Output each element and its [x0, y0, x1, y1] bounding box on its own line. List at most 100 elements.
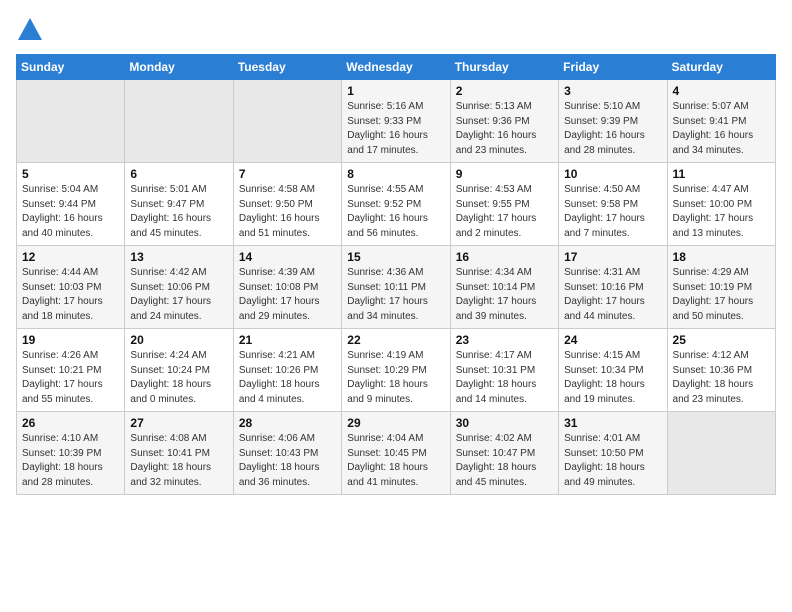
calendar-cell: 23 Sunrise: 4:17 AM Sunset: 10:31 PM Dayl…	[450, 329, 558, 412]
page-header	[16, 16, 776, 44]
day-info: Sunrise: 4:50 AM Sunset: 9:58 PM Dayligh…	[564, 183, 661, 241]
calendar-cell: 26Sunrise: 4:10 AM Sunset: 10:39 PM Dayl…	[17, 412, 125, 495]
day-info: Sunrise: 4:39 AM Sunset: 10:08 PM Daylig…	[239, 266, 336, 324]
calendar-cell	[125, 80, 233, 163]
day-number: 27	[130, 416, 227, 430]
calendar-table: SundayMondayTuesdayWednesdayThursdayFrid…	[16, 54, 776, 495]
day-number: 4	[673, 84, 770, 98]
calendar-week-4: 19 Sunrise: 4:26 AM Sunset: 10:21 PM Dayl…	[17, 329, 776, 412]
day-number: 7	[239, 167, 336, 181]
day-number: 21	[239, 333, 336, 347]
col-header-wednesday: Wednesday	[342, 55, 450, 80]
day-info: Sunrise: 4:44 AM Sunset: 10:03 PM Daylig…	[22, 266, 119, 324]
day-number: 20	[130, 333, 227, 347]
day-info: Sunrise: 4:15 AM Sunset: 10:34 PM Daylig…	[564, 349, 661, 407]
calendar-cell: 22Sunrise: 4:19 AM Sunset: 10:29 PM Dayl…	[342, 329, 450, 412]
day-number: 5	[22, 167, 119, 181]
calendar-cell: 7Sunrise: 4:58 AM Sunset: 9:50 PM Daylig…	[233, 163, 341, 246]
calendar-cell: 16 Sunrise: 4:34 AM Sunset: 10:14 PM Dayl…	[450, 246, 558, 329]
day-number: 15	[347, 250, 444, 264]
calendar-week-1: 1 Sunrise: 5:16 AM Sunset: 9:33 PM Daylig…	[17, 80, 776, 163]
day-number: 17	[564, 250, 661, 264]
day-number: 25	[673, 333, 770, 347]
calendar-cell: 4 Sunrise: 5:07 AM Sunset: 9:41 PM Daylig…	[667, 80, 775, 163]
day-number: 23	[456, 333, 553, 347]
calendar-week-3: 12 Sunrise: 4:44 AM Sunset: 10:03 PM Dayl…	[17, 246, 776, 329]
calendar-cell: 27 Sunrise: 4:08 AM Sunset: 10:41 PM Dayl…	[125, 412, 233, 495]
logo	[16, 16, 48, 44]
calendar-cell	[17, 80, 125, 163]
day-number: 29	[347, 416, 444, 430]
day-number: 12	[22, 250, 119, 264]
calendar-cell: 24 Sunrise: 4:15 AM Sunset: 10:34 PM Dayl…	[559, 329, 667, 412]
calendar-cell: 3Sunrise: 5:10 AM Sunset: 9:39 PM Daylig…	[559, 80, 667, 163]
calendar-cell: 6 Sunrise: 5:01 AM Sunset: 9:47 PM Daylig…	[125, 163, 233, 246]
calendar-cell	[667, 412, 775, 495]
day-number: 19	[22, 333, 119, 347]
day-info: Sunrise: 4:04 AM Sunset: 10:45 PM Daylig…	[347, 432, 444, 490]
calendar-cell: 28Sunrise: 4:06 AM Sunset: 10:43 PM Dayl…	[233, 412, 341, 495]
day-info: Sunrise: 4:02 AM Sunset: 10:47 PM Daylig…	[456, 432, 553, 490]
day-info: Sunrise: 4:21 AM Sunset: 10:26 PM Daylig…	[239, 349, 336, 407]
calendar-cell: 13Sunrise: 4:42 AM Sunset: 10:06 PM Dayl…	[125, 246, 233, 329]
calendar-header: SundayMondayTuesdayWednesdayThursdayFrid…	[17, 55, 776, 80]
day-number: 3	[564, 84, 661, 98]
day-number: 16	[456, 250, 553, 264]
calendar-cell: 20 Sunrise: 4:24 AM Sunset: 10:24 PM Dayl…	[125, 329, 233, 412]
calendar-cell: 9 Sunrise: 4:53 AM Sunset: 9:55 PM Daylig…	[450, 163, 558, 246]
day-number: 24	[564, 333, 661, 347]
day-info: Sunrise: 4:24 AM Sunset: 10:24 PM Daylig…	[130, 349, 227, 407]
calendar-week-2: 5 Sunrise: 5:04 AM Sunset: 9:44 PM Daylig…	[17, 163, 776, 246]
day-number: 11	[673, 167, 770, 181]
day-number: 26	[22, 416, 119, 430]
day-info: Sunrise: 4:36 AM Sunset: 10:11 PM Daylig…	[347, 266, 444, 324]
day-number: 2	[456, 84, 553, 98]
col-header-saturday: Saturday	[667, 55, 775, 80]
day-info: Sunrise: 5:01 AM Sunset: 9:47 PM Dayligh…	[130, 183, 227, 241]
calendar-cell: 19 Sunrise: 4:26 AM Sunset: 10:21 PM Dayl…	[17, 329, 125, 412]
calendar-cell: 2Sunrise: 5:13 AM Sunset: 9:36 PM Daylig…	[450, 80, 558, 163]
day-info: Sunrise: 4:26 AM Sunset: 10:21 PM Daylig…	[22, 349, 119, 407]
calendar-cell	[233, 80, 341, 163]
day-number: 28	[239, 416, 336, 430]
day-info: Sunrise: 4:08 AM Sunset: 10:41 PM Daylig…	[130, 432, 227, 490]
calendar-cell: 21 Sunrise: 4:21 AM Sunset: 10:26 PM Dayl…	[233, 329, 341, 412]
calendar-week-5: 26Sunrise: 4:10 AM Sunset: 10:39 PM Dayl…	[17, 412, 776, 495]
calendar-cell: 25 Sunrise: 4:12 AM Sunset: 10:36 PM Dayl…	[667, 329, 775, 412]
calendar-cell: 1 Sunrise: 5:16 AM Sunset: 9:33 PM Daylig…	[342, 80, 450, 163]
day-info: Sunrise: 5:07 AM Sunset: 9:41 PM Dayligh…	[673, 100, 770, 158]
calendar-cell: 29 Sunrise: 4:04 AM Sunset: 10:45 PM Dayl…	[342, 412, 450, 495]
day-info: Sunrise: 4:53 AM Sunset: 9:55 PM Dayligh…	[456, 183, 553, 241]
day-info: Sunrise: 4:12 AM Sunset: 10:36 PM Daylig…	[673, 349, 770, 407]
day-info: Sunrise: 5:04 AM Sunset: 9:44 PM Dayligh…	[22, 183, 119, 241]
day-info: Sunrise: 5:16 AM Sunset: 9:33 PM Dayligh…	[347, 100, 444, 158]
day-number: 18	[673, 250, 770, 264]
col-header-thursday: Thursday	[450, 55, 558, 80]
day-number: 14	[239, 250, 336, 264]
calendar-cell: 14 Sunrise: 4:39 AM Sunset: 10:08 PM Dayl…	[233, 246, 341, 329]
day-number: 22	[347, 333, 444, 347]
day-number: 8	[347, 167, 444, 181]
day-info: Sunrise: 4:17 AM Sunset: 10:31 PM Daylig…	[456, 349, 553, 407]
day-number: 1	[347, 84, 444, 98]
calendar-cell: 12 Sunrise: 4:44 AM Sunset: 10:03 PM Dayl…	[17, 246, 125, 329]
logo-icon	[16, 16, 44, 44]
day-number: 10	[564, 167, 661, 181]
calendar-cell: 17Sunrise: 4:31 AM Sunset: 10:16 PM Dayl…	[559, 246, 667, 329]
day-info: Sunrise: 4:47 AM Sunset: 10:00 PM Daylig…	[673, 183, 770, 241]
day-info: Sunrise: 4:01 AM Sunset: 10:50 PM Daylig…	[564, 432, 661, 490]
day-info: Sunrise: 4:34 AM Sunset: 10:14 PM Daylig…	[456, 266, 553, 324]
day-number: 6	[130, 167, 227, 181]
calendar-cell: 18 Sunrise: 4:29 AM Sunset: 10:19 PM Dayl…	[667, 246, 775, 329]
day-info: Sunrise: 4:42 AM Sunset: 10:06 PM Daylig…	[130, 266, 227, 324]
col-header-monday: Monday	[125, 55, 233, 80]
day-info: Sunrise: 4:29 AM Sunset: 10:19 PM Daylig…	[673, 266, 770, 324]
calendar-cell: 5 Sunrise: 5:04 AM Sunset: 9:44 PM Daylig…	[17, 163, 125, 246]
calendar-cell: 30Sunrise: 4:02 AM Sunset: 10:47 PM Dayl…	[450, 412, 558, 495]
calendar-cell: 10 Sunrise: 4:50 AM Sunset: 9:58 PM Dayli…	[559, 163, 667, 246]
day-number: 9	[456, 167, 553, 181]
day-info: Sunrise: 4:55 AM Sunset: 9:52 PM Dayligh…	[347, 183, 444, 241]
day-number: 31	[564, 416, 661, 430]
calendar-cell: 31 Sunrise: 4:01 AM Sunset: 10:50 PM Dayl…	[559, 412, 667, 495]
col-header-tuesday: Tuesday	[233, 55, 341, 80]
